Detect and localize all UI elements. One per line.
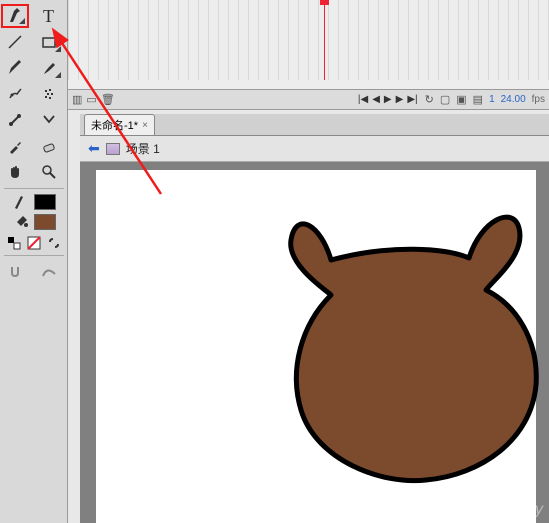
pen-tool[interactable] xyxy=(1,4,29,28)
brush-tool[interactable] xyxy=(35,56,63,80)
eraser-tool[interactable] xyxy=(35,134,63,158)
playhead[interactable] xyxy=(324,0,325,80)
text-tool[interactable]: T xyxy=(35,4,63,28)
line-tool[interactable] xyxy=(1,30,29,54)
default-colors-icon[interactable] xyxy=(46,235,62,251)
prev-frame-icon[interactable]: ◀ xyxy=(371,94,381,105)
edit-multi-icon[interactable]: ▤ xyxy=(473,93,483,106)
zoom-tool[interactable] xyxy=(35,160,63,184)
fps-value[interactable]: 24.00 xyxy=(501,94,526,105)
rectangle-tool[interactable] xyxy=(35,30,63,54)
fill-color-swatch[interactable] xyxy=(34,214,56,230)
close-icon[interactable]: × xyxy=(142,120,148,131)
document-tab-label: 未命名-1* xyxy=(91,117,138,133)
first-frame-icon[interactable]: |◀ xyxy=(357,94,369,105)
scene-icon xyxy=(106,143,120,155)
trash-icon[interactable]: 🗑 xyxy=(101,93,115,106)
bear-head-shape[interactable] xyxy=(271,200,549,490)
document-tab[interactable]: 未命名-1* × xyxy=(84,114,155,135)
smooth-icon[interactable] xyxy=(35,260,63,284)
back-arrow-icon[interactable]: ⬅ xyxy=(88,140,100,157)
scene-label[interactable]: 场景 1 xyxy=(126,140,160,157)
play-icon[interactable]: ▶ xyxy=(383,94,393,105)
onion-skin-icon[interactable]: ▢ xyxy=(440,93,450,106)
timeline-ruler[interactable] xyxy=(68,0,549,80)
stage[interactable] xyxy=(96,170,536,523)
pencil-tool[interactable] xyxy=(1,56,29,80)
divider xyxy=(4,188,64,189)
deco-tool[interactable] xyxy=(1,82,29,106)
timeline-status-bar: ▥ ▭ 🗑 |◀ ◀ ▶ ▶ ▶| ↻ ▢ ▣ ▤ 1 24.00 fps xyxy=(68,90,549,110)
loop-icon[interactable]: ↻ xyxy=(425,93,434,106)
current-frame[interactable]: 1 xyxy=(489,94,495,105)
bone-tool[interactable] xyxy=(1,108,29,132)
toolbox: T xyxy=(0,0,68,523)
timeline-panel xyxy=(68,0,549,90)
hand-tool[interactable] xyxy=(1,160,29,184)
eyedropper-tool[interactable] xyxy=(1,134,29,158)
last-frame-icon[interactable]: ▶| xyxy=(406,94,418,105)
canvas-area: jingy xyxy=(80,162,549,523)
snap-icon[interactable] xyxy=(1,260,29,284)
folder-icon[interactable]: ▭ xyxy=(86,93,96,106)
stroke-color-icon xyxy=(12,193,30,211)
new-layer-icon[interactable]: ▥ xyxy=(72,93,82,106)
fps-label: fps xyxy=(532,94,545,105)
onion-outline-icon[interactable]: ▣ xyxy=(456,93,466,106)
fill-color-icon xyxy=(12,213,30,231)
no-color-icon[interactable] xyxy=(26,235,42,251)
breadcrumb: ⬅ 场景 1 xyxy=(80,136,549,162)
divider xyxy=(4,255,64,256)
bind-tool[interactable] xyxy=(35,108,63,132)
next-frame-icon[interactable]: ▶ xyxy=(395,94,405,105)
spray-tool[interactable] xyxy=(35,82,63,106)
stroke-color-swatch[interactable] xyxy=(34,194,56,210)
swap-colors-icon[interactable] xyxy=(6,235,22,251)
document-tab-bar: 未命名-1* × xyxy=(80,114,549,136)
playback-controls: |◀ ◀ ▶ ▶ ▶| xyxy=(357,94,419,105)
